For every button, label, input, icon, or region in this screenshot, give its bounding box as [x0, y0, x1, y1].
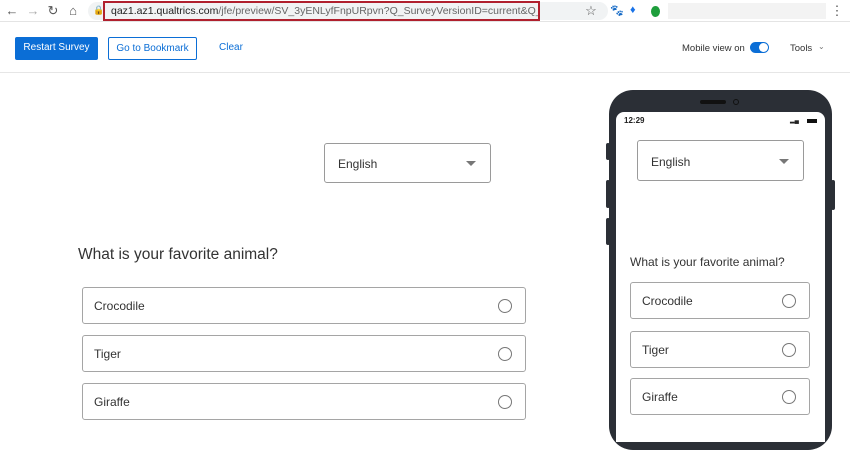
mobile-view-toggle[interactable] — [750, 42, 769, 53]
radio-icon[interactable] — [498, 298, 512, 313]
dropdown-caret-icon — [779, 158, 789, 164]
reload-icon[interactable]: ↻ — [46, 3, 60, 19]
choice-giraffe[interactable]: Giraffe — [82, 383, 526, 420]
phone-question-text: What is your favorite animal? — [630, 255, 785, 269]
signal-icon: ▂▄ — [790, 118, 799, 124]
radio-icon[interactable] — [498, 394, 512, 409]
phone-time: 12:29 — [624, 116, 645, 125]
choice-label: Crocodile — [642, 293, 693, 308]
language-value: English — [651, 155, 691, 169]
back-icon[interactable]: ← — [5, 3, 19, 18]
language-select[interactable]: English — [324, 143, 491, 183]
url-host: qaz1.az1.qualtrics.com — [111, 5, 219, 17]
bookmark-star-icon[interactable]: ☆ — [584, 3, 598, 19]
flame-extension-icon[interactable]: ♦ — [630, 4, 636, 16]
battery-icon — [807, 119, 817, 123]
phone-choice-crocodile[interactable]: Crocodile — [630, 282, 810, 319]
radio-icon[interactable] — [782, 293, 796, 308]
forward-icon[interactable]: → — [26, 3, 40, 18]
url-text[interactable]: qaz1.az1.qualtrics.com/jfe/preview/SV_3y… — [103, 1, 540, 21]
tools-menu[interactable]: Tools — [790, 43, 812, 54]
divider — [0, 72, 850, 73]
choice-label: Tiger — [94, 346, 121, 361]
home-icon[interactable]: ⌂ — [66, 3, 80, 18]
question-text: What is your favorite animal? — [78, 246, 278, 263]
phone-language-select[interactable]: English — [637, 140, 804, 181]
chevron-down-icon: ⌄ — [818, 42, 825, 51]
mobile-view-label: Mobile view on — [682, 43, 745, 54]
leaf-extension-icon[interactable] — [651, 6, 660, 17]
phone-speaker — [700, 100, 726, 104]
restart-survey-button[interactable]: Restart Survey — [15, 37, 98, 60]
radio-icon[interactable] — [782, 342, 796, 357]
choice-label: Giraffe — [642, 389, 678, 404]
url-path: /jfe/preview/SV_3yENLyfFnpURpvn?Q_Survey… — [218, 5, 538, 17]
choice-tiger[interactable]: Tiger — [82, 335, 526, 372]
choice-label: Giraffe — [94, 394, 130, 409]
phone-choice-giraffe[interactable]: Giraffe — [630, 378, 810, 415]
radio-icon[interactable] — [498, 346, 512, 361]
dropdown-caret-icon — [466, 161, 476, 166]
profile-area[interactable] — [668, 3, 826, 19]
choice-label: Tiger — [642, 342, 669, 357]
phone-camera — [733, 99, 739, 105]
phone-choice-tiger[interactable]: Tiger — [630, 331, 810, 368]
language-value: English — [338, 157, 378, 171]
choice-label: Crocodile — [94, 298, 145, 313]
paw-extension-icon[interactable]: 🐾 — [610, 4, 624, 17]
clear-button[interactable]: Clear — [214, 37, 248, 60]
menu-kebab-icon[interactable]: ⋮ — [830, 3, 844, 19]
choice-crocodile[interactable]: Crocodile — [82, 287, 526, 324]
radio-icon[interactable] — [782, 389, 796, 404]
go-to-bookmark-button[interactable]: Go to Bookmark — [108, 37, 197, 60]
